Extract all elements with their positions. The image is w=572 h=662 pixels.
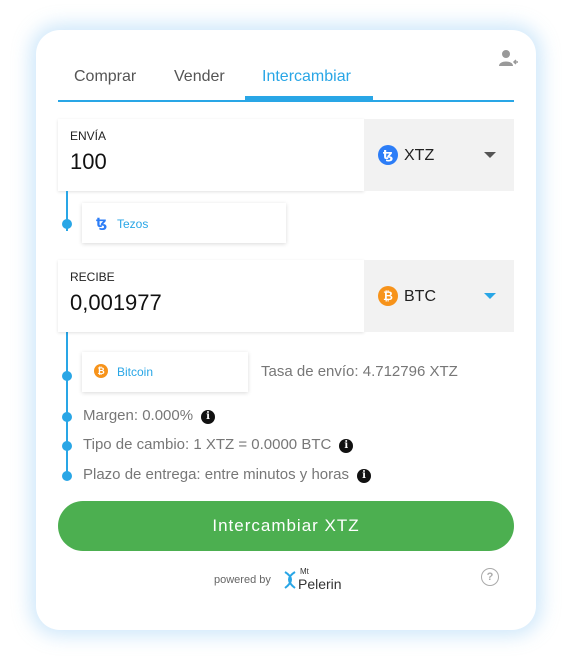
timeline-dot <box>62 371 72 381</box>
info-icon[interactable]: i <box>357 469 371 483</box>
timeline-line-receive <box>66 332 68 476</box>
exchange-rate-text: Tipo de cambio: 1 XTZ = 0.0000 BTC <box>83 436 332 453</box>
mt-pelerin-logo-icon <box>283 570 297 595</box>
receive-currency-select[interactable]: ₿ BTC <box>364 260 514 332</box>
exchange-rate-row: Tipo de cambio: 1 XTZ = 0.0000 BTC i <box>83 436 354 453</box>
send-rate-text: Tasa de envío: 4.712796 XTZ <box>261 363 458 380</box>
receive-amount-field[interactable]: RECIBE 0,001977 <box>58 260 364 332</box>
tabs-divider <box>58 100 514 102</box>
tezos-icon: ꜩ <box>96 215 108 230</box>
tab-comprar[interactable]: Comprar <box>74 68 136 86</box>
user-icon[interactable] <box>498 48 520 70</box>
powered-by-text: powered by <box>214 574 271 586</box>
send-amount-input[interactable]: 100 <box>70 149 107 175</box>
send-currency-code: XTZ <box>404 147 435 164</box>
brand-small: Mt <box>300 567 309 576</box>
bitcoin-icon: ₿ <box>378 286 398 306</box>
exchange-button[interactable]: Intercambiar XTZ <box>58 501 514 551</box>
brand-name: Pelerin <box>298 576 342 592</box>
margin-row: Margen: 0.000% i <box>83 407 216 424</box>
tezos-icon: ꜩ <box>378 145 398 165</box>
chevron-down-icon <box>484 293 496 299</box>
send-network-chip: ꜩ Tezos <box>82 203 286 243</box>
info-icon[interactable]: i <box>201 410 216 424</box>
receive-label: RECIBE <box>70 270 115 284</box>
receive-amount-value[interactable]: 0,001977 <box>70 290 162 316</box>
tab-vender[interactable]: Vender <box>174 68 225 86</box>
timeline-dot <box>62 412 72 422</box>
powered-by[interactable]: powered by Mt Pelerin <box>214 567 364 595</box>
receive-currency-code: BTC <box>404 288 436 305</box>
margin-text: Margen: 0.000% <box>83 407 194 424</box>
delivery-text: Plazo de entrega: entre minutos y horas <box>83 466 349 483</box>
send-amount-field[interactable]: ENVÍA 100 <box>58 119 364 191</box>
bitcoin-icon: ₿ <box>94 364 108 378</box>
receive-network-label: Bitcoin <box>117 365 154 379</box>
tab-intercambiar[interactable]: Intercambiar <box>262 68 351 86</box>
send-currency-select[interactable]: ꜩ XTZ <box>364 119 514 191</box>
timeline-dot <box>62 471 72 481</box>
receive-network-chip: ₿ Bitcoin <box>82 352 248 392</box>
exchange-widget: Comprar Vender Intercambiar ENVÍA 100 ꜩ … <box>36 30 536 630</box>
send-network-label: Tezos <box>117 217 149 231</box>
timeline-dot <box>62 441 72 451</box>
help-icon[interactable]: ? <box>481 568 499 586</box>
info-icon[interactable]: i <box>339 439 354 453</box>
delivery-row: Plazo de entrega: entre minutos y horas i <box>83 466 371 483</box>
timeline-dot <box>62 219 72 229</box>
send-label: ENVÍA <box>70 129 107 143</box>
chevron-down-icon <box>484 152 496 158</box>
